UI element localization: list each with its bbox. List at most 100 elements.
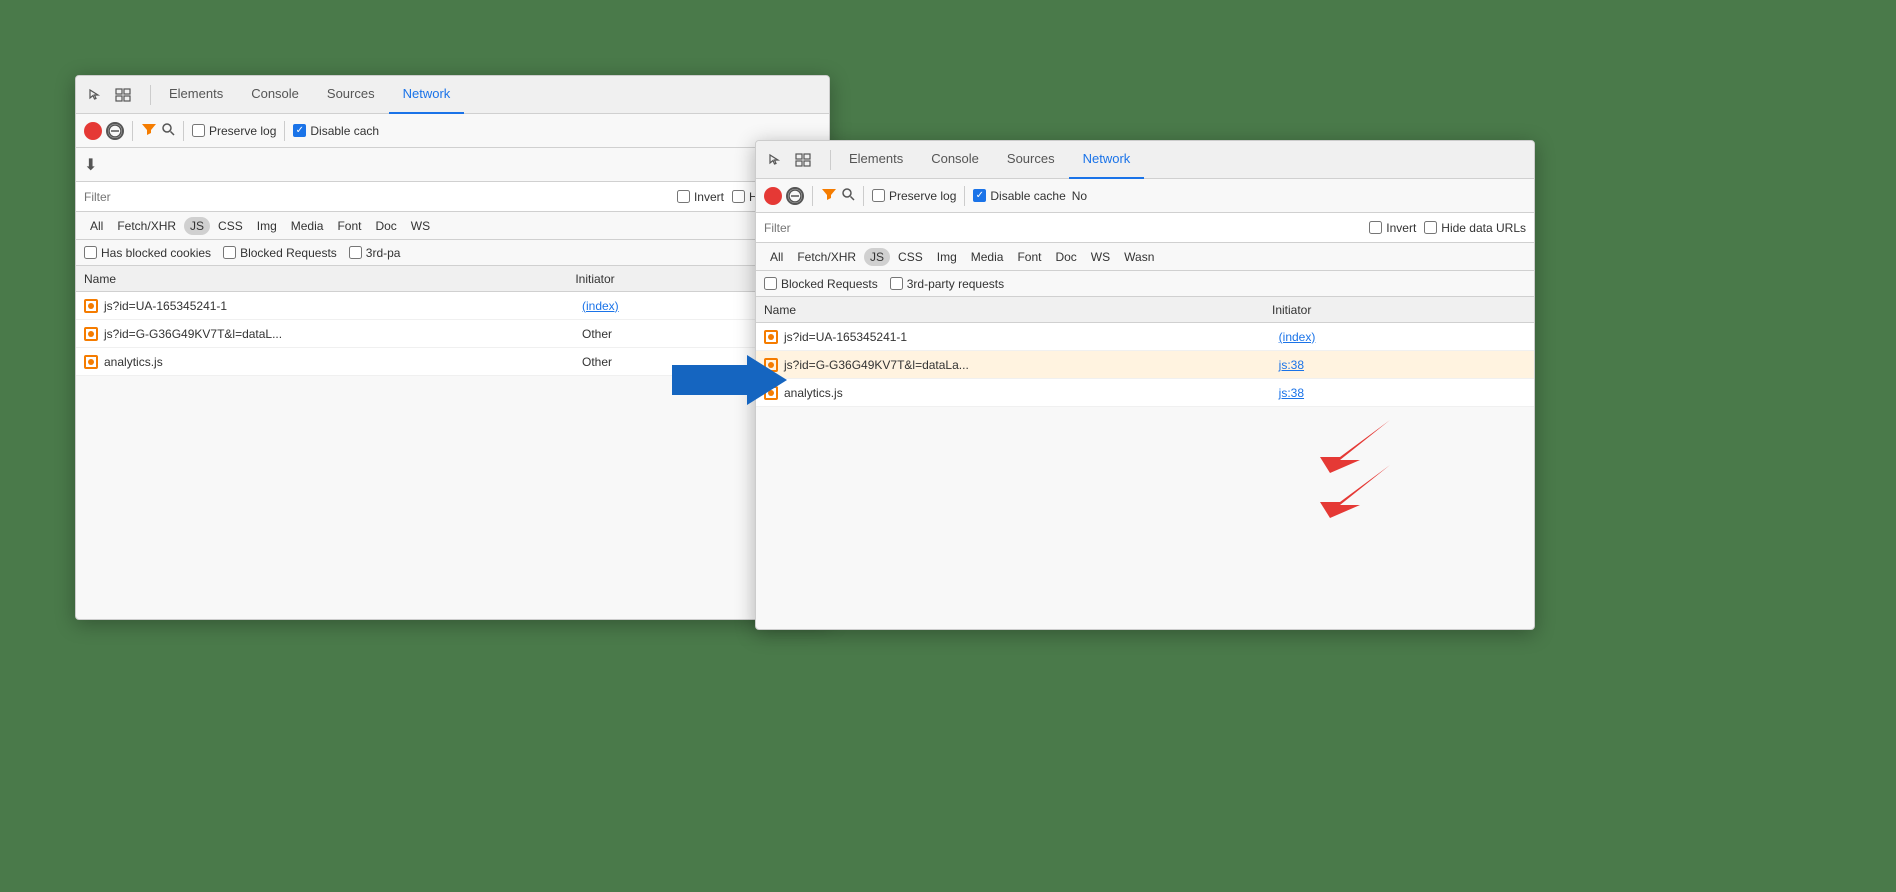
tab-console[interactable]: Console	[237, 76, 313, 114]
record-button-2[interactable]	[764, 187, 782, 205]
preserve-log-checkbox[interactable]: Preserve log	[192, 124, 276, 138]
blocked-row-1: Has blocked cookies Blocked Requests 3rd…	[76, 240, 829, 266]
blocked-requests-checkbox-2[interactable]: Blocked Requests	[764, 277, 878, 291]
type-fetch-xhr[interactable]: Fetch/XHR	[111, 217, 182, 235]
layers-icon[interactable]	[112, 84, 134, 106]
table-row[interactable]: js?id=UA-165345241-1 (index)	[756, 323, 1534, 351]
record-button[interactable]	[84, 122, 102, 140]
toolbar-2: Preserve log ✓ Disable cache No	[756, 179, 1534, 213]
invert-checkbox[interactable]: Invert	[677, 190, 724, 204]
table-header-2: Name Initiator	[756, 297, 1534, 323]
cursor-icon-2[interactable]	[764, 149, 786, 171]
filter-input-2[interactable]	[764, 221, 884, 235]
toolbar-divider-3	[284, 121, 285, 141]
tab-bar-2: Elements Console Sources Network	[756, 141, 1534, 179]
blocked-row-2: Blocked Requests 3rd-party requests	[756, 271, 1534, 297]
type-fetch-xhr-2[interactable]: Fetch/XHR	[791, 248, 862, 266]
tab-divider-2	[830, 150, 831, 170]
tab-divider	[150, 85, 151, 105]
table-header-1: Name Initiator	[76, 266, 829, 292]
toolbar-row-2: ⬇	[76, 148, 829, 182]
search-icon[interactable]	[161, 122, 175, 139]
disable-cache-checkbox-2[interactable]: ✓ Disable cache	[973, 189, 1065, 203]
resource-icon	[84, 355, 98, 369]
filter-icon[interactable]	[141, 122, 157, 139]
table-row[interactable]: js?id=G-G36G49KV7T&l=dataL... Other	[76, 320, 829, 348]
third-party-checkbox[interactable]: 3rd-pa	[349, 246, 401, 260]
type-img[interactable]: Img	[251, 217, 283, 235]
toolbar-divider-2	[183, 121, 184, 141]
type-font[interactable]: Font	[331, 217, 367, 235]
blue-arrow-annotation	[672, 350, 792, 413]
filter-options-2: Invert Hide data URLs	[1369, 221, 1526, 235]
red-arrow-2	[1310, 460, 1390, 523]
cell-initiator: js:38	[1279, 358, 1526, 372]
clear-button[interactable]	[106, 122, 124, 140]
tab-network-2[interactable]: Network	[1069, 141, 1145, 179]
disable-cache-checkbox[interactable]: ✓ Disable cach	[293, 124, 379, 138]
blue-checkbox-2: ✓	[973, 189, 986, 202]
type-filter-row-1: All Fetch/XHR JS CSS Img Media Font Doc …	[76, 212, 829, 240]
type-wasn-2[interactable]: Wasn	[1118, 248, 1160, 266]
filter-icon-2[interactable]	[821, 187, 837, 204]
tab-console-2[interactable]: Console	[917, 141, 993, 179]
devtools-window-2: Elements Console Sources Network Preserv…	[755, 140, 1535, 630]
type-img-2[interactable]: Img	[931, 248, 963, 266]
type-ws[interactable]: WS	[405, 217, 436, 235]
search-icon-2[interactable]	[841, 187, 855, 204]
type-font-2[interactable]: Font	[1011, 248, 1047, 266]
type-css-2[interactable]: CSS	[892, 248, 929, 266]
tab-icons-2	[764, 149, 814, 171]
type-ws-2[interactable]: WS	[1085, 248, 1116, 266]
resource-icon	[764, 330, 778, 344]
resource-icon	[84, 299, 98, 313]
type-js-2[interactable]: JS	[864, 248, 890, 266]
tab-bar-1: Elements Console Sources Network	[76, 76, 829, 114]
third-party-checkbox-2[interactable]: 3rd-party requests	[890, 277, 1004, 291]
type-doc[interactable]: Doc	[369, 217, 402, 235]
hide-data-urls-checkbox-2[interactable]: Hide data URLs	[1424, 221, 1526, 235]
type-doc-2[interactable]: Doc	[1049, 248, 1082, 266]
toolbar-divider-5	[863, 186, 864, 206]
tab-icons-1	[84, 84, 134, 106]
clear-button-2[interactable]	[786, 187, 804, 205]
type-all-2[interactable]: All	[764, 248, 789, 266]
type-media[interactable]: Media	[285, 217, 330, 235]
devtools-window-1: Elements Console Sources Network Preserv…	[75, 75, 830, 620]
table-row[interactable]: analytics.js js:38	[756, 379, 1534, 407]
toolbar-1: Preserve log ✓ Disable cach	[76, 114, 829, 148]
tab-elements-2[interactable]: Elements	[835, 141, 917, 179]
col-name-header: Name	[84, 272, 575, 286]
has-blocked-cookies-checkbox[interactable]: Has blocked cookies	[84, 246, 211, 260]
toolbar-divider-6	[964, 186, 965, 206]
table-row-highlighted[interactable]: js?id=G-G36G49KV7T&l=dataLa... js:38	[756, 351, 1534, 379]
preserve-log-checkbox-2[interactable]: Preserve log	[872, 189, 956, 203]
type-all[interactable]: All	[84, 217, 109, 235]
tab-sources-2[interactable]: Sources	[993, 141, 1069, 179]
type-css[interactable]: CSS	[212, 217, 249, 235]
blue-checkbox: ✓	[293, 124, 306, 137]
col-initiator-header-2: Initiator	[1272, 303, 1526, 317]
toolbar-divider-4	[812, 186, 813, 206]
tab-sources[interactable]: Sources	[313, 76, 389, 114]
blocked-requests-checkbox[interactable]: Blocked Requests	[223, 246, 337, 260]
layers-icon-2[interactable]	[792, 149, 814, 171]
cell-initiator: js:38	[1279, 386, 1526, 400]
table-row[interactable]: js?id=UA-165345241-1 (index)	[76, 292, 829, 320]
filter-bar-1: Invert Hide data UR	[76, 182, 829, 212]
col-name-header-2: Name	[764, 303, 1272, 317]
type-media-2[interactable]: Media	[965, 248, 1010, 266]
resource-icon	[84, 327, 98, 341]
invert-checkbox-2[interactable]: Invert	[1369, 221, 1416, 235]
tab-network[interactable]: Network	[389, 76, 465, 114]
cell-initiator: (index)	[1279, 330, 1526, 344]
type-filter-row-2: All Fetch/XHR JS CSS Img Media Font Doc …	[756, 243, 1534, 271]
type-js[interactable]: JS	[184, 217, 210, 235]
toolbar-divider-1	[132, 121, 133, 141]
cursor-icon[interactable]	[84, 84, 106, 106]
tab-elements[interactable]: Elements	[155, 76, 237, 114]
network-table-2: Name Initiator js?id=UA-165345241-1 (ind…	[756, 297, 1534, 407]
filter-input[interactable]	[84, 190, 204, 204]
download-button[interactable]: ⬇	[84, 155, 97, 175]
filter-bar-2: Invert Hide data URLs	[756, 213, 1534, 243]
